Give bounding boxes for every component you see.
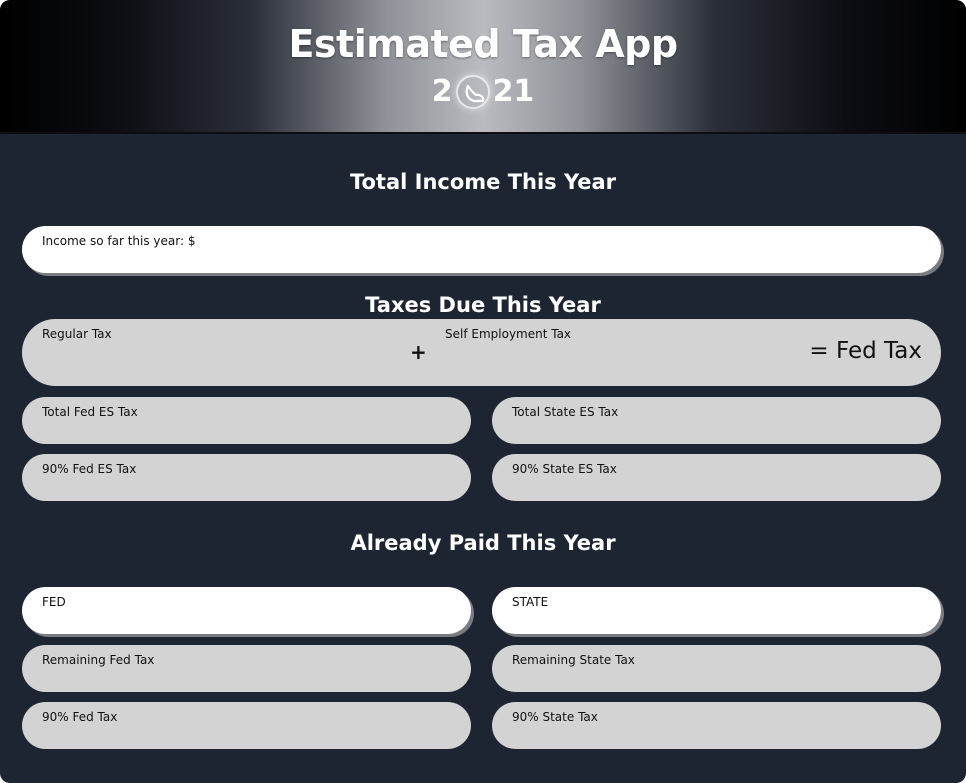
section-title-income: Total Income This Year bbox=[349, 170, 617, 194]
total-state-es-tax-label: Total State ES Tax bbox=[512, 405, 619, 419]
income-field[interactable]: Income so far this year: $ bbox=[22, 226, 941, 273]
income-input[interactable] bbox=[42, 249, 921, 267]
remaining-state-tax-label: Remaining State Tax bbox=[512, 653, 635, 667]
self-employment-tax-label: Self Employment Tax bbox=[445, 327, 572, 341]
fed-tax-calculation: Regular Tax Self Employment Tax bbox=[22, 319, 941, 386]
moon-slice-icon bbox=[455, 74, 490, 109]
state-tax-90-field: 90% State Tax bbox=[492, 702, 941, 749]
total-fed-es-tax-label: Total Fed ES Tax bbox=[42, 405, 138, 419]
fed-tax-result: = Fed Tax bbox=[809, 338, 922, 364]
state-paid-label: STATE bbox=[512, 595, 549, 609]
income-label: Income so far this year: $ bbox=[42, 234, 196, 248]
total-state-es-tax-field: Total State ES Tax bbox=[492, 397, 941, 444]
section-title-taxes-due: Taxes Due This Year bbox=[365, 293, 601, 317]
app-window: Estimated Tax App 2 21 Total Income This… bbox=[0, 0, 966, 783]
state-paid-field[interactable]: STATE bbox=[492, 587, 941, 634]
plus-sign: + bbox=[410, 340, 427, 364]
remaining-fed-tax-field: Remaining Fed Tax bbox=[22, 645, 471, 692]
total-fed-es-tax-field: Total Fed ES Tax bbox=[22, 397, 471, 444]
fed-es-tax-90-label: 90% Fed ES Tax bbox=[42, 462, 137, 476]
state-paid-input[interactable] bbox=[512, 610, 921, 628]
year-prefix: 2 bbox=[431, 74, 453, 109]
remaining-fed-tax-label: Remaining Fed Tax bbox=[42, 653, 155, 667]
remaining-state-tax-field: Remaining State Tax bbox=[492, 645, 941, 692]
fed-tax-90-field: 90% Fed Tax bbox=[22, 702, 471, 749]
year-display: 2 21 bbox=[0, 74, 966, 109]
year-suffix: 21 bbox=[492, 74, 535, 109]
state-es-tax-90-field: 90% State ES Tax bbox=[492, 454, 941, 501]
fed-tax-90-label: 90% Fed Tax bbox=[42, 710, 118, 724]
fed-paid-input[interactable] bbox=[42, 610, 451, 628]
header-banner: Estimated Tax App 2 21 bbox=[0, 0, 966, 134]
state-es-tax-90-label: 90% State ES Tax bbox=[512, 462, 617, 476]
fed-es-tax-90-field: 90% Fed ES Tax bbox=[22, 454, 471, 501]
state-tax-90-label: 90% State Tax bbox=[512, 710, 598, 724]
regular-tax-label: Regular Tax bbox=[42, 327, 112, 341]
app-title: Estimated Tax App bbox=[288, 22, 678, 66]
fed-paid-label: FED bbox=[42, 595, 66, 609]
fed-paid-field[interactable]: FED bbox=[22, 587, 471, 634]
section-title-already-paid: Already Paid This Year bbox=[350, 531, 616, 555]
